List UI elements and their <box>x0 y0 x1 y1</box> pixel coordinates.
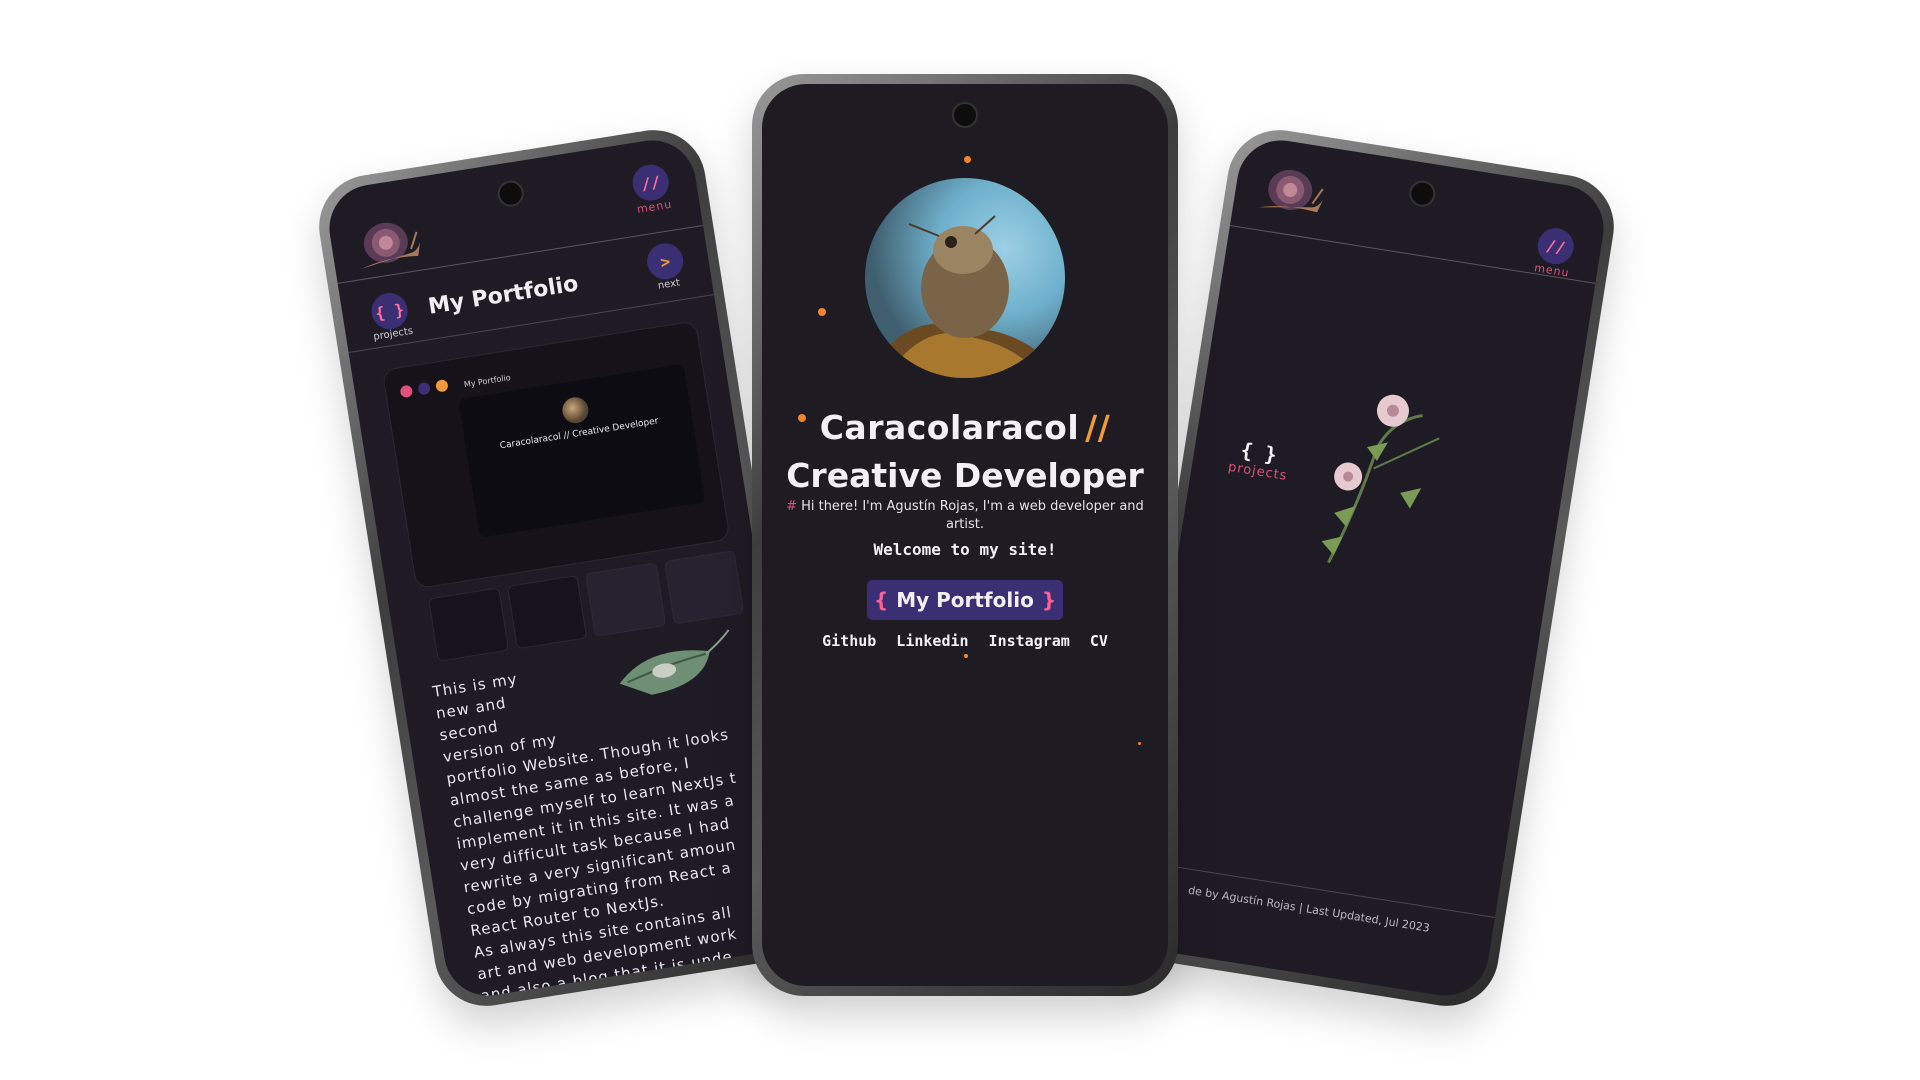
window-dot-icon <box>435 378 449 393</box>
preview-title: My Portfolio <box>463 373 512 390</box>
hero-name-text: Caracolaracol <box>819 408 1080 447</box>
camera-hole <box>952 102 978 128</box>
thumbnail[interactable] <box>428 587 509 662</box>
next-label: next <box>657 277 681 292</box>
phone-right: // menu { } projects de by Agustín Rojas… <box>1104 122 1622 1014</box>
decor-dot <box>964 654 968 658</box>
right-screen: // menu { } projects de by Agustín Rojas… <box>1116 134 1610 1002</box>
phone-center: Caracolaracol// Creative Developer # Hi t… <box>752 74 1178 996</box>
braces-icon: { } <box>368 290 411 332</box>
snail-logo-icon[interactable] <box>350 211 428 276</box>
snail-logo-icon[interactable] <box>1254 159 1332 224</box>
linkedin-link[interactable]: Linkedin <box>896 632 968 650</box>
menu-label: menu <box>636 197 674 217</box>
hero-role: Creative Developer <box>786 456 1144 495</box>
decor-dot <box>818 308 826 316</box>
thumbnail[interactable] <box>506 574 588 650</box>
thumbnail[interactable] <box>663 550 745 625</box>
preview-avatar <box>560 395 591 426</box>
window-dot-icon <box>417 381 432 396</box>
footer-text: de by Agustín Rojas | Last Updated, Jul … <box>1125 859 1496 945</box>
projects-button[interactable]: { } projects <box>364 290 417 344</box>
phone-left: // menu { } projects My Portfolio > next… <box>311 122 829 1014</box>
welcome-text: Welcome to my site! <box>873 540 1057 559</box>
hero-intro: # Hi there! I'm Agustín Rojas, I'm a web … <box>786 498 1144 534</box>
hash-icon: # <box>786 499 798 514</box>
hero-intro-text: Hi there! I'm Agustín Rojas, I'm a web d… <box>801 499 1144 532</box>
menu-slashes-icon: // <box>1535 225 1577 267</box>
hero-name: Caracolaracol// <box>762 408 1168 447</box>
menu-slashes-icon: // <box>630 162 672 204</box>
left-screen: // menu { } projects My Portfolio > next… <box>323 134 817 1002</box>
window-dot-icon <box>399 384 414 399</box>
right-header: // menu <box>1229 155 1607 284</box>
instagram-link[interactable]: Instagram <box>989 632 1070 650</box>
cv-link[interactable]: CV <box>1090 632 1108 650</box>
github-link[interactable]: Github <box>822 632 876 650</box>
menu-button[interactable]: // menu <box>623 161 680 217</box>
decor-dot <box>1138 742 1141 745</box>
hero-slashes: // <box>1085 408 1111 447</box>
menu-label: menu <box>1533 261 1571 280</box>
my-portfolio-label: My Portfolio <box>896 588 1034 612</box>
page-title: My Portfolio <box>426 271 580 320</box>
right-brace-icon: } <box>1041 588 1057 612</box>
projects-button[interactable]: { } projects <box>1227 436 1289 484</box>
my-portfolio-button[interactable]: { My Portfolio } <box>867 580 1063 620</box>
menu-button[interactable]: // menu <box>1526 224 1583 280</box>
left-brace-icon: { <box>873 588 889 612</box>
social-links: Github Linkedin Instagram CV <box>762 632 1168 650</box>
flower-illustration-icon <box>1321 394 1440 564</box>
beetle-photo-icon <box>865 215 1065 378</box>
chevron-right-icon: > <box>644 240 686 282</box>
decor-dot <box>964 156 971 163</box>
avatar <box>865 178 1065 378</box>
center-screen: Caracolaracol// Creative Developer # Hi t… <box>762 84 1168 986</box>
projects-label: projects <box>372 325 414 343</box>
thumbnail[interactable] <box>585 562 666 637</box>
next-button[interactable]: > next <box>640 240 693 294</box>
project-preview-image[interactable]: My Portfolio Caracolaracol // Creative D… <box>381 320 731 590</box>
preview-window: My Portfolio Caracolaracol // Creative D… <box>458 363 706 538</box>
